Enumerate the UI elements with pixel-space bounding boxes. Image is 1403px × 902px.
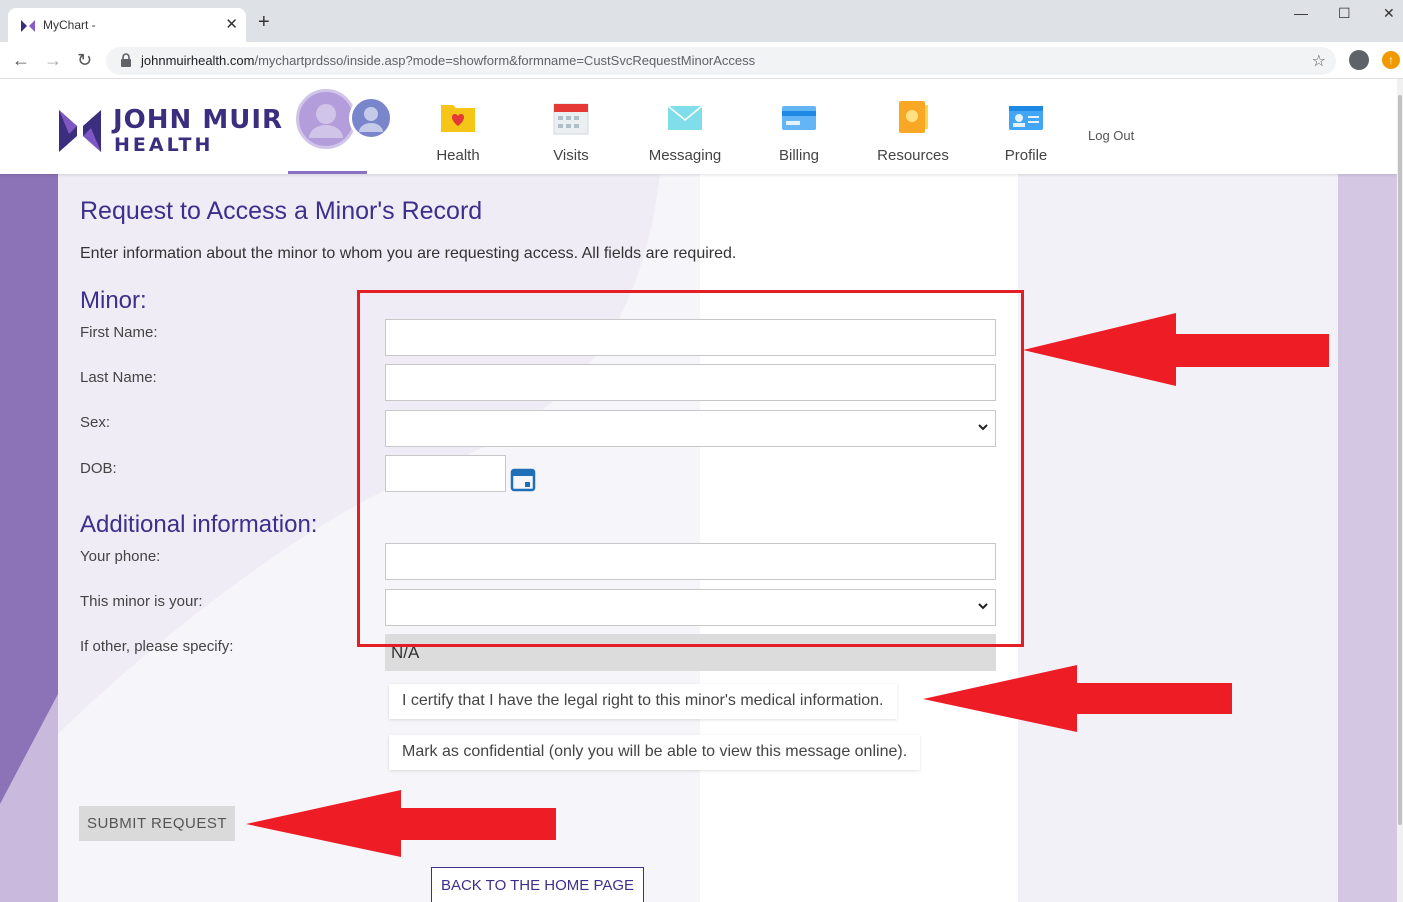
relation-label: This minor is your: (80, 593, 203, 610)
sex-label: Sex: (80, 414, 111, 431)
form-instructions: Enter information about the minor to who… (80, 245, 737, 262)
phone-input[interactable] (385, 543, 996, 580)
nav-label: Visits (553, 147, 589, 164)
nav-label: Resources (877, 147, 949, 164)
lock-icon (121, 53, 131, 67)
browser-tab-bar: MyChart - ✕ + — ☐ ✕ (0, 0, 1403, 42)
reload-icon[interactable]: ↻ (77, 50, 92, 71)
john-muir-logo-icon[interactable] (57, 108, 103, 154)
page-title: Request to Access a Minor's Record (80, 197, 483, 225)
account-icon[interactable] (1349, 50, 1369, 70)
logo-text-line2: HEALTH (114, 134, 214, 156)
nav-visits[interactable]: Visits (521, 94, 621, 169)
browser-tab[interactable]: MyChart - ✕ (8, 8, 246, 42)
logo-text-line1: JOHN MUIR (113, 105, 284, 135)
update-icon[interactable]: ↑ (1382, 51, 1400, 69)
nav-health[interactable]: Health (408, 94, 508, 169)
resources-book-icon (899, 101, 928, 133)
forward-arrow-icon[interactable]: → (44, 50, 62, 71)
tab-close-icon[interactable]: ✕ (225, 15, 238, 33)
calendar-icon (553, 103, 589, 135)
confidential-checkbox[interactable]: Mark as confidential (only you will be a… (389, 735, 921, 770)
nav-label: Billing (778, 147, 820, 164)
other-label: If other, please specify: (80, 638, 234, 655)
right-panel-background (1018, 174, 1338, 902)
first-name-input[interactable] (385, 319, 996, 356)
scrollbar-thumb[interactable] (1398, 95, 1402, 825)
sex-select[interactable] (385, 410, 996, 447)
certify-checkbox[interactable]: I certify that I have the legal right to… (389, 684, 897, 719)
nav-billing[interactable]: Billing (749, 94, 849, 169)
right-background-band (1338, 174, 1397, 902)
nav-messaging[interactable]: Messaging (635, 94, 735, 169)
first-name-label: First Name: (80, 324, 158, 341)
url-input[interactable]: johnmuirhealth.com/mychartprdsso/inside.… (106, 47, 1336, 75)
page: JOHN MUIR HEALTH Health Visits Messaging… (0, 79, 1397, 902)
person-icon (359, 107, 383, 132)
nav-profile[interactable]: Profile (976, 94, 1076, 169)
back-arrow-icon[interactable]: ← (12, 50, 30, 71)
person-icon (309, 104, 343, 138)
additional-info-heading: Additional information: (80, 511, 318, 538)
dob-label: DOB: (80, 460, 117, 477)
bookmark-star-icon[interactable]: ☆ (1312, 51, 1326, 71)
relation-select[interactable] (385, 589, 996, 626)
minor-section-heading: Minor: (80, 287, 147, 314)
health-folder-icon (441, 105, 475, 132)
dob-input[interactable] (385, 455, 506, 492)
tab-title: MyChart - (43, 18, 96, 32)
site-header: JOHN MUIR HEALTH Health Visits Messaging… (0, 79, 1397, 174)
chevron-down-icon (978, 424, 988, 431)
envelope-icon (667, 105, 703, 130)
new-tab-icon[interactable]: + (258, 12, 270, 32)
chevron-down-icon (978, 603, 988, 610)
calendar-picker-icon[interactable] (510, 466, 536, 492)
user-avatar[interactable] (296, 89, 356, 149)
last-name-input[interactable] (385, 364, 996, 401)
nav-label: Profile (1004, 147, 1048, 164)
nav-resources[interactable]: Resources (863, 94, 963, 169)
minimize-icon[interactable]: — (1294, 5, 1308, 21)
proxy-avatar[interactable] (349, 96, 393, 140)
nav-label: Messaging (648, 147, 722, 164)
maximize-icon[interactable]: ☐ (1338, 5, 1351, 22)
phone-label: Your phone: (80, 548, 161, 565)
submit-request-button[interactable]: SUBMIT REQUEST (79, 806, 235, 841)
logout-link[interactable]: Log Out (1088, 128, 1134, 143)
nav-label: Health (436, 147, 480, 164)
other-specify-input[interactable]: N/A (385, 634, 996, 671)
back-home-button[interactable]: BACK TO THE HOME PAGE (431, 867, 644, 902)
window-close-icon[interactable]: ✕ (1383, 5, 1395, 22)
active-avatar-indicator (288, 171, 367, 174)
address-bar-row: ← → ↻ johnmuirhealth.com/mychartprdsso/i… (0, 42, 1403, 79)
credit-card-icon (782, 106, 816, 130)
url-text: johnmuirhealth.com/mychartprdsso/inside.… (141, 53, 756, 68)
last-name-label: Last Name: (80, 369, 157, 386)
id-card-icon (1009, 106, 1043, 130)
mychart-favicon-icon (21, 20, 35, 32)
